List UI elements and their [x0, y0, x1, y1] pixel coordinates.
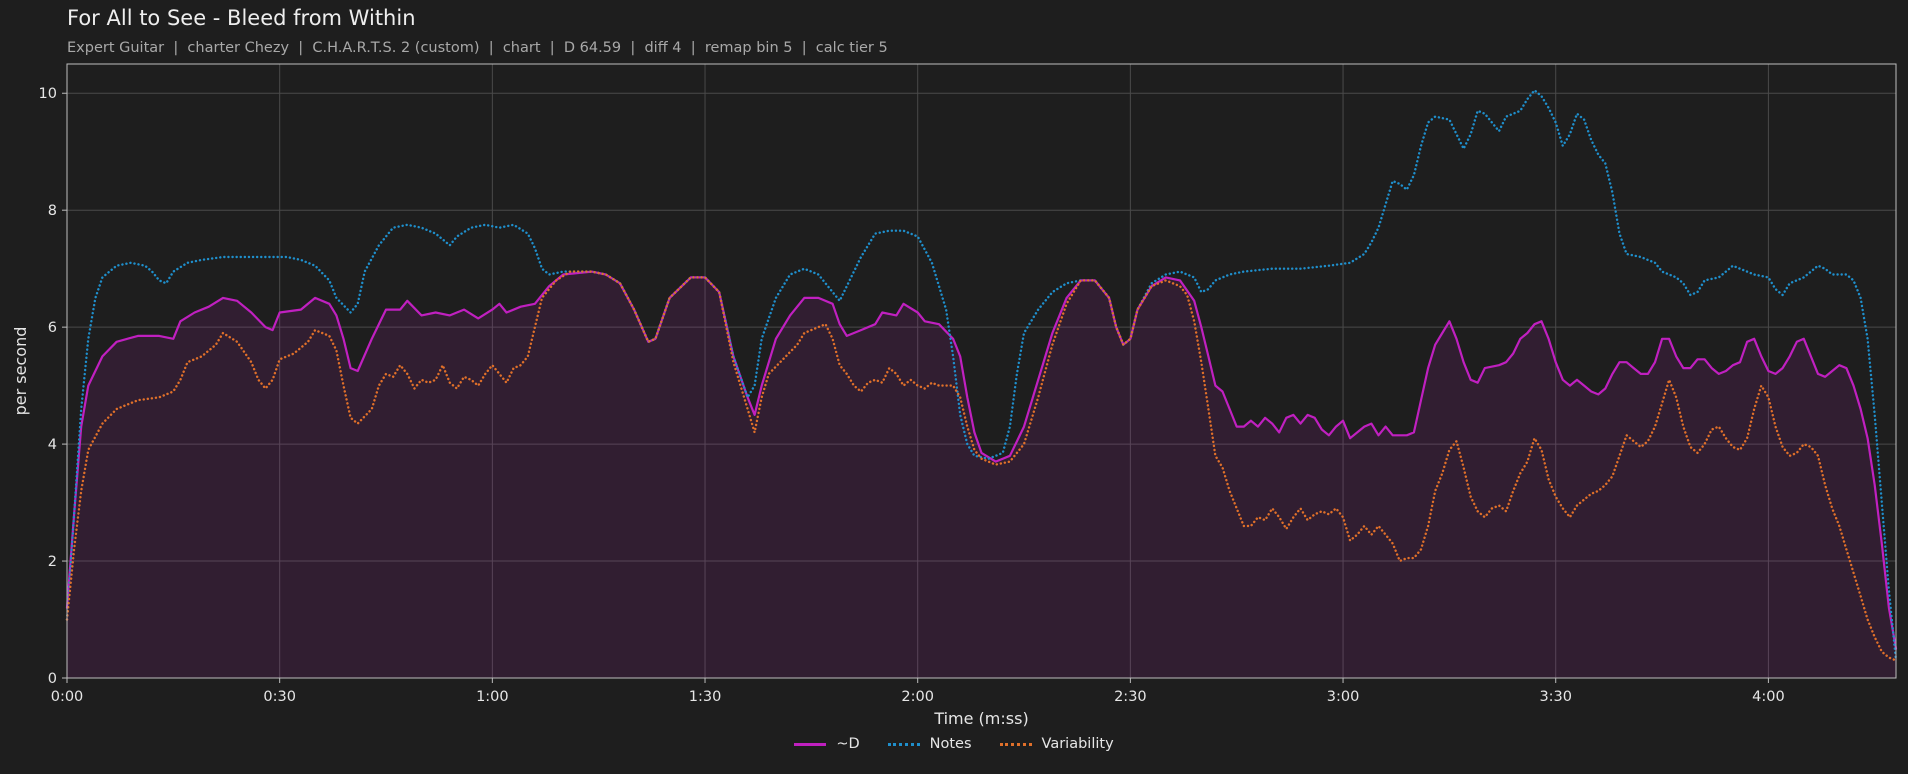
legend-label: Notes [929, 736, 972, 752]
x-tick-label: 2:00 [901, 689, 934, 705]
x-tick-label: 1:00 [476, 689, 509, 705]
chart-legend: ~D Notes Variability [0, 736, 1908, 752]
x-axis-label: Time (m:ss) [933, 709, 1028, 728]
x-tick-label: 1:30 [689, 689, 722, 705]
legend-swatch [794, 742, 827, 746]
y-tick-label: 4 [48, 437, 57, 453]
x-tick-label: 0:00 [51, 689, 84, 705]
y-tick-label: 10 [39, 86, 57, 102]
line-chart: 0:00 0:30 1:00 1:30 2:00 2:30 3:00 3:30 4:00 0 2 4 6… [11, 63, 1898, 728]
x-tick-label: 3:30 [1539, 689, 1572, 705]
y-tick-label: 0 [48, 671, 57, 687]
y-tick-label: 2 [48, 554, 57, 570]
y-axis-label: per second [11, 327, 30, 416]
legend-label: ~D [836, 736, 860, 752]
x-tick-label: 2:30 [1114, 689, 1147, 705]
legend-item: Notes [887, 736, 972, 752]
x-tick-label: 3:00 [1327, 689, 1360, 705]
legend-swatch [999, 742, 1032, 746]
y-tick-label: 6 [48, 320, 57, 336]
legend-item: ~D [794, 736, 860, 752]
x-tick-label: 4:00 [1752, 689, 1785, 705]
legend-swatch [887, 742, 920, 746]
legend-label: Variability [1041, 736, 1114, 752]
legend-item: Variability [999, 736, 1114, 752]
x-tick-label: 0:30 [263, 689, 296, 705]
y-tick-label: 8 [48, 203, 57, 219]
